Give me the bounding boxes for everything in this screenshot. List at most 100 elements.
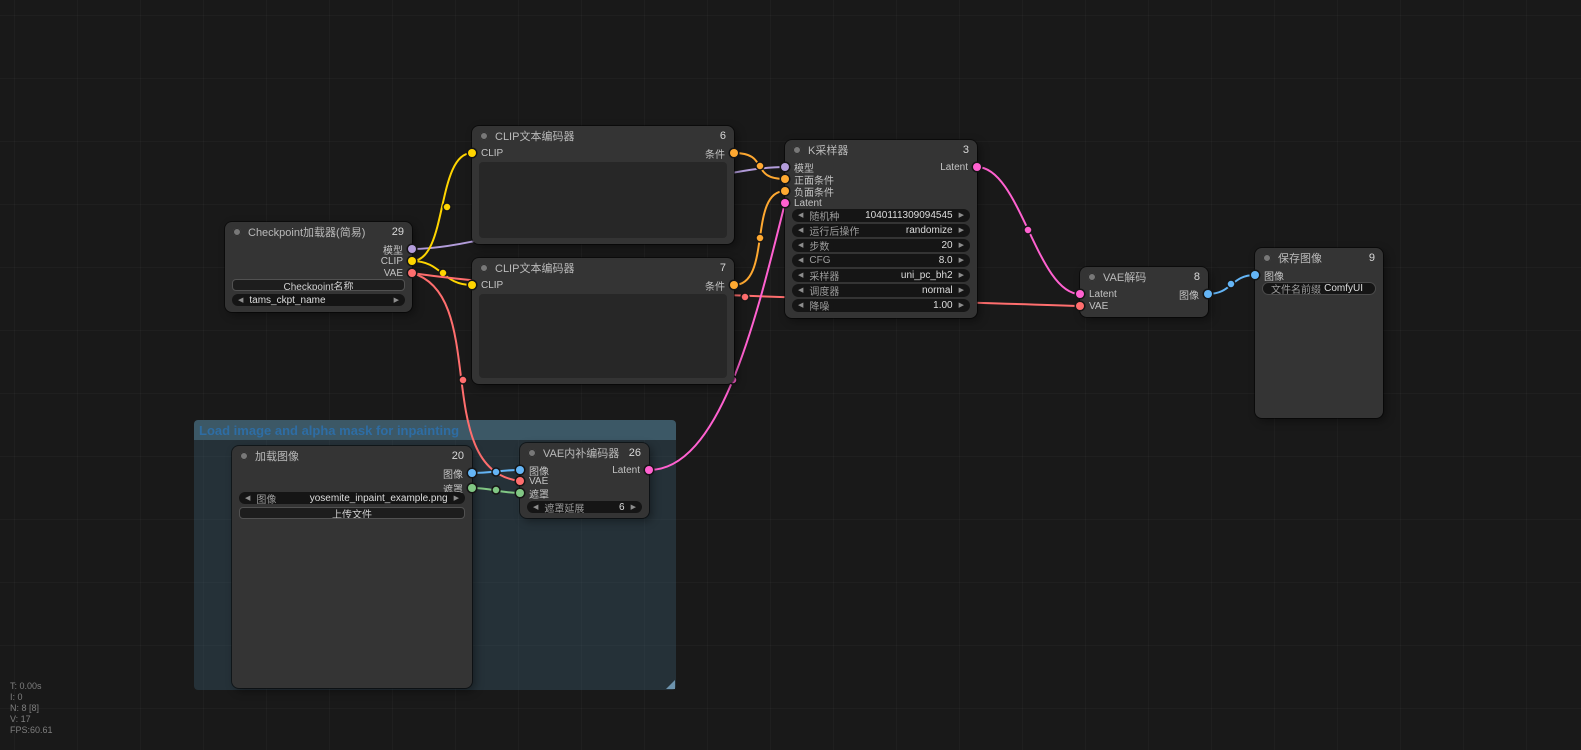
graph-canvas[interactable]: Load image and alpha mask for inpainting…: [0, 0, 1581, 750]
link-clip-2: [411, 260, 473, 286]
link-latent-8: [976, 166, 1081, 295]
widget-value: 6: [619, 501, 625, 513]
collapse-dot-icon[interactable]: [528, 449, 536, 457]
widget-scheduler[interactable]: ◀ 调度器 normal ▶: [792, 284, 970, 297]
increment-arrow-icon[interactable]: ▶: [454, 495, 459, 502]
input-slot-mask: 遮罩: [516, 487, 549, 501]
increment-arrow-icon[interactable]: ▶: [959, 302, 964, 309]
slot-dot-images[interactable]: [1251, 271, 1259, 279]
slot-dot-mask[interactable]: [468, 484, 476, 492]
node-id-badge: 29: [391, 226, 404, 238]
increment-arrow-icon[interactable]: ▶: [394, 297, 399, 304]
node-clip-text-encode-positive[interactable]: CLIP文本编码器 6 CLIP 条件: [468, 126, 738, 244]
increment-arrow-icon[interactable]: ▶: [631, 504, 636, 511]
vae-encode-inpaint-title: VAE内补编码器: [543, 448, 620, 460]
slot-dot-latent[interactable]: [1076, 290, 1084, 298]
node-id-badge: 3: [962, 144, 969, 156]
node-id-badge: 9: [1368, 252, 1375, 264]
slot-dot-latent-image[interactable]: [781, 199, 789, 207]
decrement-arrow-icon[interactable]: ◀: [798, 302, 803, 309]
node-clip-text-encode-negative[interactable]: CLIP文本编码器 7 CLIP 条件: [468, 258, 738, 384]
ksampler-title: K采样器: [808, 145, 849, 157]
slot-dot-conditioning[interactable]: [730, 149, 738, 157]
decrement-arrow-icon[interactable]: ◀: [798, 272, 803, 279]
slot-dot-latent[interactable]: [645, 466, 653, 474]
collapse-dot-icon[interactable]: [1088, 273, 1096, 281]
widget-control-after-generate[interactable]: ◀ 运行后操作 randomize ▶: [792, 224, 970, 237]
slot-dot-positive[interactable]: [781, 175, 789, 183]
slot-dot-model[interactable]: [408, 245, 416, 253]
decrement-arrow-icon[interactable]: ◀: [798, 242, 803, 249]
slot-dot-image[interactable]: [468, 469, 476, 477]
widget-sampler-name[interactable]: ◀ 采样器 uni_pc_bh2 ▶: [792, 269, 970, 282]
output-slot-clip: CLIP: [380, 255, 416, 267]
collapse-dot-icon[interactable]: [1263, 254, 1271, 262]
node-save-image[interactable]: 保存图像 9 图像 文件名前缀 ComfyUI: [1251, 248, 1383, 418]
node-vae-encode-inpaint[interactable]: VAE内补编码器 26 图像 VAE 遮罩 Latent ◀ 遮罩延展 6 ▶: [516, 443, 653, 518]
collapse-dot-icon[interactable]: [233, 228, 241, 236]
widget-cfg[interactable]: ◀ CFG 8.0 ▶: [792, 254, 970, 267]
decrement-arrow-icon[interactable]: ◀: [798, 212, 803, 219]
slot-dot-negative[interactable]: [781, 187, 789, 195]
decrement-arrow-icon[interactable]: ◀: [798, 257, 803, 264]
slot-dot-mask[interactable]: [516, 489, 524, 497]
widget-button-label: Checkpoint名称: [283, 281, 354, 291]
increment-arrow-icon[interactable]: ▶: [959, 272, 964, 279]
slot-label-image: 图像: [1179, 290, 1199, 302]
slot-dot-conditioning[interactable]: [730, 281, 738, 289]
increment-arrow-icon[interactable]: ▶: [959, 257, 964, 264]
slot-dot-image[interactable]: [1204, 290, 1212, 298]
slot-label-conditioning: 条件: [705, 149, 725, 161]
widget-upload-button[interactable]: 上传文件: [239, 507, 465, 519]
increment-arrow-icon[interactable]: ▶: [959, 287, 964, 294]
slot-label-images: 图像: [1264, 271, 1284, 283]
slot-dot-vae[interactable]: [1076, 302, 1084, 310]
increment-arrow-icon[interactable]: ▶: [959, 212, 964, 219]
collapse-dot-icon[interactable]: [793, 146, 801, 154]
slot-label-latent: Latent: [940, 161, 968, 173]
input-slot-latent-image: Latent: [781, 197, 822, 209]
widget-value: 1.00: [933, 300, 953, 311]
decrement-arrow-icon[interactable]: ◀: [238, 297, 243, 304]
widget-label: 文件名前缀: [1271, 285, 1321, 295]
collapse-dot-icon[interactable]: [480, 132, 488, 140]
group-resize-handle[interactable]: [666, 680, 675, 689]
widget-grow-mask-by[interactable]: ◀ 遮罩延展 6 ▶: [527, 501, 642, 513]
widget-ckpt-name-button[interactable]: Checkpoint名称: [232, 279, 405, 291]
link-conditioning-5: [733, 152, 786, 180]
widget-ckpt-name-combo[interactable]: ◀ tams_ckpt_name ▶: [232, 294, 405, 306]
collapse-dot-icon[interactable]: [480, 264, 488, 272]
widget-prompt-text[interactable]: [479, 162, 727, 238]
slot-dot-pixels[interactable]: [516, 466, 524, 474]
output-slot-conditioning: 条件: [705, 279, 738, 293]
node-ksampler[interactable]: K采样器 3 模型 正面条件 负面条件 Latent Latent ◀ 随机种 104011130…: [781, 140, 981, 318]
decrement-arrow-icon[interactable]: ◀: [245, 495, 250, 502]
decrement-arrow-icon[interactable]: ◀: [798, 287, 803, 294]
widget-filename-prefix[interactable]: 文件名前缀 ComfyUI: [1262, 282, 1376, 295]
collapse-dot-icon[interactable]: [240, 452, 248, 460]
slot-dot-clip[interactable]: [408, 257, 416, 265]
node-vae-decode[interactable]: VAE解码 8 Latent VAE 图像: [1076, 267, 1212, 317]
slot-dot-model[interactable]: [781, 163, 789, 171]
slot-label-clip: CLIP: [380, 255, 403, 267]
slot-dot-vae[interactable]: [408, 269, 416, 277]
node-load-image[interactable]: 加载图像 20 图像 遮罩 ◀ 图像 yosemite_inpaint_example.pn…: [232, 446, 476, 688]
widget-image-combo[interactable]: ◀ 图像 yosemite_inpaint_example.png ▶: [239, 492, 465, 504]
slot-dot-vae[interactable]: [516, 477, 524, 485]
output-slot-image: 图像: [1179, 288, 1212, 302]
decrement-arrow-icon[interactable]: ◀: [533, 504, 538, 511]
slot-label-latent: Latent: [612, 464, 640, 476]
widget-label: CFG: [809, 255, 831, 266]
group-header[interactable]: Load image and alpha mask for inpainting: [194, 420, 676, 440]
increment-arrow-icon[interactable]: ▶: [959, 242, 964, 249]
slot-dot-clip[interactable]: [468, 149, 476, 157]
widget-prompt-text[interactable]: [479, 294, 727, 378]
slot-dot-latent[interactable]: [973, 163, 981, 171]
widget-denoise[interactable]: ◀ 降噪 1.00 ▶: [792, 299, 970, 312]
slot-dot-clip[interactable]: [468, 281, 476, 289]
decrement-arrow-icon[interactable]: ◀: [798, 227, 803, 234]
widget-seed[interactable]: ◀ 随机种 1040111309094545 ▶: [792, 209, 970, 222]
increment-arrow-icon[interactable]: ▶: [959, 227, 964, 234]
node-checkpoint-loader[interactable]: Checkpoint加载器(简易) 29 模型 CLIP VAE Checkpoint名称…: [225, 222, 416, 312]
widget-steps[interactable]: ◀ 步数 20 ▶: [792, 239, 970, 252]
